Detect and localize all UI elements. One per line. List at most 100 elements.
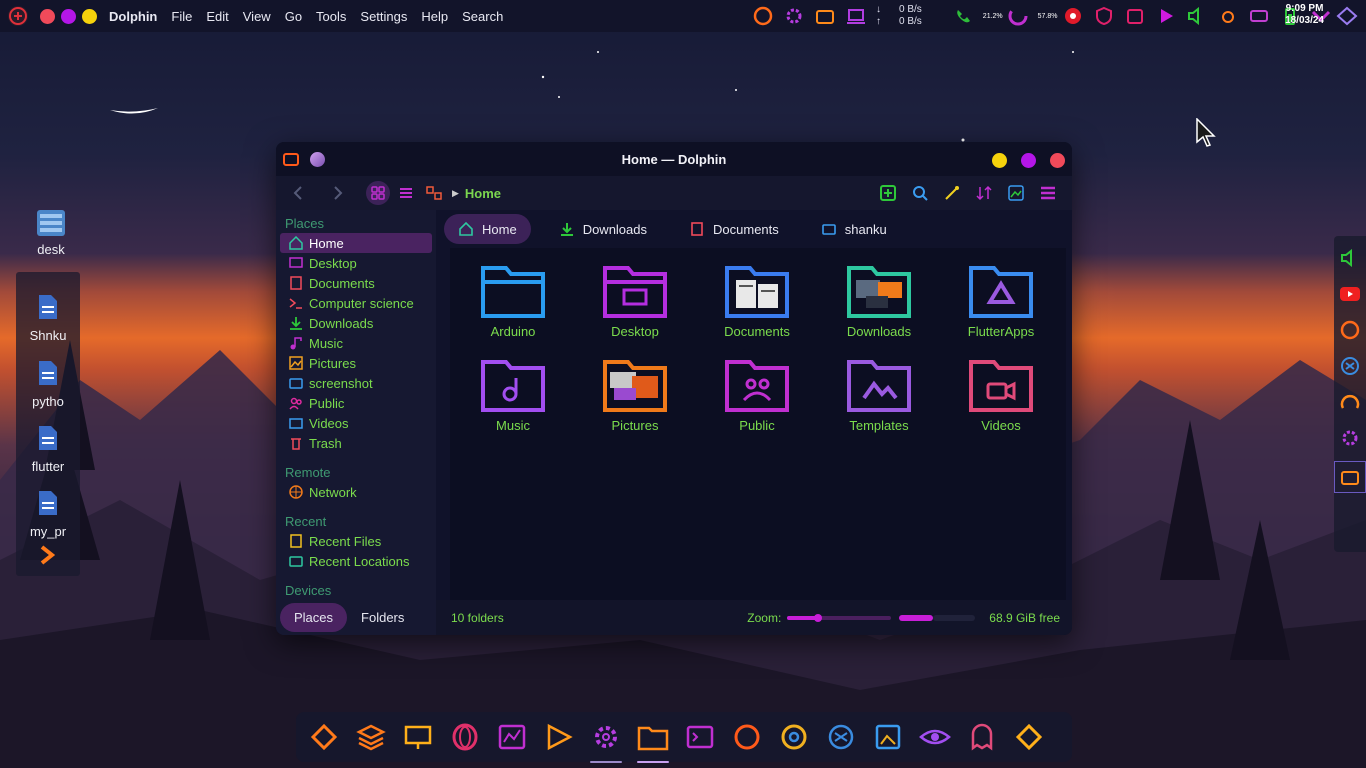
shield-icon[interactable] [1093, 5, 1115, 27]
forward-icon[interactable] [326, 181, 350, 205]
gauge-icon[interactable] [1338, 390, 1362, 414]
image-viewer-icon[interactable] [868, 717, 908, 757]
files-folder-icon[interactable] [633, 717, 673, 763]
clock[interactable]: 9:09 PM 18/03/24 [1285, 3, 1324, 27]
launcher-icon[interactable] [1009, 717, 1049, 757]
bug-icon[interactable] [1217, 5, 1239, 27]
firefox-icon[interactable] [1338, 318, 1362, 342]
details-view-icon[interactable] [394, 181, 418, 205]
maximize-button[interactable] [1021, 153, 1036, 168]
menu-go[interactable]: Go [285, 9, 302, 24]
sidebar-item-pictures[interactable]: Pictures [280, 353, 432, 373]
minimize-dot[interactable] [82, 8, 97, 24]
folder-downloads[interactable]: Downloads [824, 260, 934, 339]
sidebar-item-network[interactable]: Network [280, 482, 432, 502]
monitor-graph-icon[interactable] [492, 717, 532, 757]
split-view-icon[interactable] [422, 181, 446, 205]
settings-gear-icon[interactable] [586, 717, 626, 763]
settings-gear-icon[interactable] [1338, 426, 1362, 450]
firefox-icon[interactable] [727, 717, 767, 757]
launcher-icon[interactable] [304, 717, 344, 757]
menu-view[interactable]: View [243, 9, 271, 24]
firefox-icon[interactable] [752, 5, 774, 27]
phone-icon[interactable] [952, 5, 974, 27]
folder-public[interactable]: Public [702, 354, 812, 433]
sidebar-item-videos[interactable]: Videos [280, 413, 432, 433]
zoom-slider[interactable] [787, 613, 892, 622]
sidebar-item-recent-files[interactable]: Recent Files [280, 531, 432, 551]
volume-icon[interactable] [1338, 246, 1362, 270]
close-dot[interactable] [40, 8, 55, 24]
vscode-icon[interactable] [821, 717, 861, 757]
close-button[interactable] [1050, 153, 1065, 168]
folder-documents[interactable]: Documents [702, 260, 812, 339]
maximize-dot[interactable] [61, 8, 76, 24]
folder-desktop[interactable]: Desktop [580, 260, 690, 339]
sidebar-item-desktop[interactable]: Desktop [280, 253, 432, 273]
desktop-item-flutter[interactable]: flutter [16, 425, 80, 474]
window-titlebar[interactable]: Home — Dolphin [276, 142, 1072, 176]
hamburger-menu-icon[interactable] [1036, 181, 1060, 205]
play-icon[interactable] [1155, 5, 1177, 27]
minimize-button[interactable] [992, 153, 1007, 168]
preview-icon[interactable] [1004, 181, 1028, 205]
folder-templates[interactable]: Templates [824, 354, 934, 433]
icons-view-icon[interactable] [366, 181, 390, 205]
sidebar-item-music[interactable]: Music [280, 333, 432, 353]
tab-places[interactable]: Places [280, 603, 348, 632]
folder-arduino[interactable]: Arduino [458, 260, 568, 339]
sidebar-item-screenshot[interactable]: screenshot [280, 373, 432, 393]
settings-gear-icon[interactable] [783, 5, 805, 27]
folder-music[interactable]: Music [458, 354, 568, 433]
overview-icon[interactable] [1336, 6, 1358, 29]
tab-home[interactable]: Home [444, 214, 531, 244]
folder-pictures[interactable]: Pictures [580, 354, 690, 433]
youtube-icon[interactable] [1338, 282, 1362, 306]
tab-documents[interactable]: Documents [675, 214, 793, 244]
tab-shanku[interactable]: shanku [807, 214, 901, 244]
tab-folders[interactable]: Folders [347, 603, 418, 632]
files-folder-icon[interactable] [1334, 461, 1366, 493]
volume-icon[interactable] [1186, 5, 1208, 27]
menu-help[interactable]: Help [421, 9, 448, 24]
layers-icon[interactable] [351, 717, 391, 757]
presentation-icon[interactable] [398, 717, 438, 757]
media-player-icon[interactable] [539, 717, 579, 757]
terminal-icon[interactable] [680, 717, 720, 757]
files-folder-icon[interactable] [814, 5, 836, 27]
desktop-item-desk[interactable]: desk [19, 208, 83, 257]
opera-icon[interactable] [445, 717, 485, 757]
ghost-icon[interactable] [962, 717, 1002, 757]
sidebar-item-computer-science[interactable]: Computer science [280, 293, 432, 313]
sidebar-item-documents[interactable]: Documents [280, 273, 432, 293]
back-icon[interactable] [286, 181, 310, 205]
zoom-slider-handle[interactable] [814, 613, 823, 622]
breadcrumb[interactable]: Home [465, 186, 501, 201]
menu-tools[interactable]: Tools [316, 9, 346, 24]
memory-ring-icon[interactable] [1007, 5, 1029, 27]
menu-edit[interactable]: Edit [206, 9, 228, 24]
desktop-item-shnku[interactable]: Shnku [16, 294, 80, 343]
eye-icon[interactable] [915, 717, 955, 757]
record-icon[interactable] [1062, 5, 1084, 27]
sidebar-item-trash[interactable]: Trash [280, 433, 432, 453]
sidebar-item-public[interactable]: Public [280, 393, 432, 413]
menu-file[interactable]: File [171, 9, 192, 24]
menu-search[interactable]: Search [462, 9, 503, 24]
app-launcher-icon[interactable] [8, 6, 28, 26]
folder-videos[interactable]: Videos [946, 354, 1056, 433]
sidebar-item-home[interactable]: Home [280, 233, 432, 253]
folder-flutterapps[interactable]: FlutterApps [946, 260, 1056, 339]
calendar-icon[interactable] [1124, 5, 1146, 27]
menu-settings[interactable]: Settings [360, 9, 407, 24]
sort-icon[interactable] [972, 181, 996, 205]
sidebar-item-downloads[interactable]: Downloads [280, 313, 432, 333]
magic-wand-icon[interactable] [940, 181, 964, 205]
chevron-right-icon[interactable] [39, 545, 56, 570]
desktop-item-my-pr[interactable]: my_pr [16, 490, 80, 539]
display-icon[interactable] [845, 5, 867, 27]
chrome-icon[interactable] [774, 717, 814, 757]
desktop-item-pytho[interactable]: pytho [16, 360, 80, 409]
vscode-icon[interactable] [1338, 354, 1362, 378]
keyboard-icon[interactable] [1248, 5, 1270, 27]
